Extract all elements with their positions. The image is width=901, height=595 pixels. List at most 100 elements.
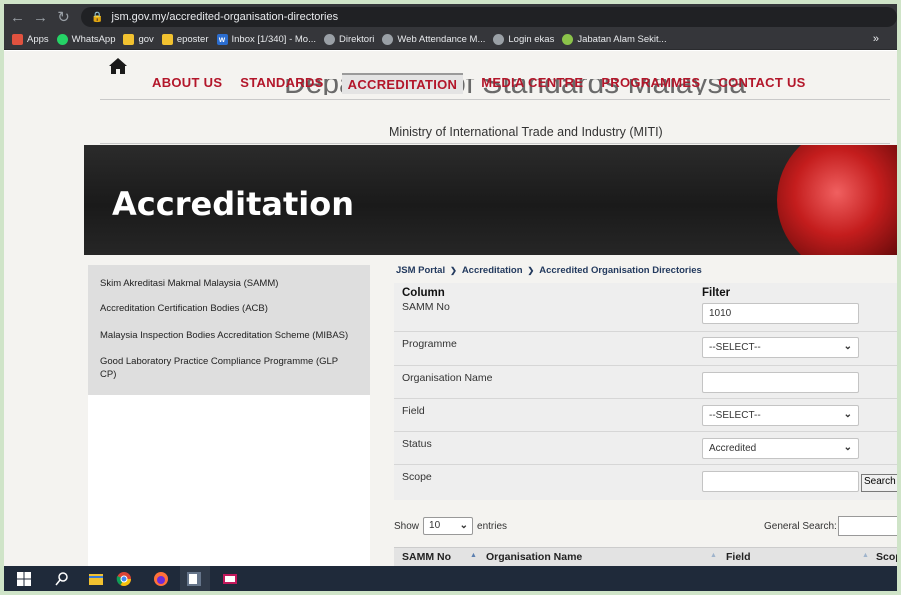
main-menu: ABOUT US STANDARDS ACCREDITATION MEDIA C…	[152, 73, 824, 94]
sidebar-item-mibas[interactable]: Malaysia Inspection Bodies Accreditation…	[88, 329, 360, 342]
sort-icon: ▲	[862, 552, 869, 559]
bookmark-label: Jabatan Alam Sekit...	[577, 34, 667, 45]
column-scope[interactable]: Scope	[876, 551, 897, 563]
entries-select[interactable]: 10 ⌄	[423, 517, 474, 535]
breadcrumb-accreditation[interactable]: Accreditation	[462, 265, 523, 276]
filter-table: Column Filter SAMM No 1010 Programme --S…	[394, 283, 897, 500]
chevron-down-icon: ⌄	[843, 409, 852, 420]
bookmark-label: Web Attendance M...	[397, 34, 486, 45]
menu-standards[interactable]: STANDARDS	[240, 75, 323, 94]
menu-media-centre[interactable]: MEDIA CENTRE	[481, 75, 583, 94]
bookmark-inbox[interactable]: w Inbox [1/340] - Mo...	[216, 34, 317, 45]
page-banner: Accreditation	[84, 145, 897, 255]
filter-label: Programme	[402, 338, 457, 350]
menu-about-us[interactable]: ABOUT US	[152, 75, 222, 94]
general-search-input[interactable]	[838, 516, 897, 536]
bookmark-label: Direktori	[339, 34, 375, 45]
menu-contact-us[interactable]: CONTACT US	[718, 75, 805, 94]
bookmark-label: WhatsApp	[71, 34, 116, 45]
organisation-name-input[interactable]	[702, 372, 859, 393]
filter-row-field: Field --SELECT-- ⌄	[394, 398, 897, 431]
bookmark-gov[interactable]: gov	[123, 34, 154, 45]
file-explorer-icon[interactable]	[88, 571, 104, 587]
bookmark-whatsapp[interactable]: WhatsApp	[56, 34, 116, 45]
bookmark-jabatan[interactable]: Jabatan Alam Sekit...	[562, 34, 667, 45]
column-organisation-name[interactable]: Organisation Name	[486, 551, 582, 563]
entries-label: entries	[477, 520, 508, 532]
bookmarks-bar: Apps WhatsApp gov eposter w Inbox [1/340]…	[4, 30, 897, 50]
sidebar-item-acb[interactable]: Accreditation Certification Bodies (ACB)	[88, 302, 280, 315]
divider	[100, 143, 890, 144]
media-app-icon[interactable]	[222, 571, 238, 587]
bookmark-login-ekas[interactable]: Login ekas	[493, 34, 554, 45]
windows-start-icon[interactable]	[16, 571, 32, 587]
scope-input[interactable]	[702, 471, 859, 492]
column-samm-no[interactable]: SAMM No	[402, 551, 451, 563]
general-search-label: General Search:	[764, 521, 837, 532]
menu-accreditation[interactable]: ACCREDITATION	[341, 73, 464, 94]
filter-row-programme: Programme --SELECT-- ⌄	[394, 331, 897, 364]
bookmark-label: gov	[138, 34, 154, 45]
filter-label: Status	[402, 438, 432, 450]
filter-row-status: Status Accredited ⌄	[394, 431, 897, 464]
search-icon[interactable]	[54, 571, 70, 587]
url-field[interactable]: 🔒 jsm.gov.my/accredited-organisation-dir…	[81, 7, 897, 27]
sort-icon: ▲	[710, 552, 717, 559]
bookmark-label: Apps	[27, 34, 49, 45]
home-icon[interactable]	[108, 57, 128, 75]
column-field[interactable]: Field	[726, 551, 751, 563]
forward-icon[interactable]: →	[31, 9, 50, 26]
globe-graphic	[777, 145, 897, 255]
globe-icon	[324, 34, 335, 45]
filter-label: Organisation Name	[402, 372, 493, 384]
url-text: jsm.gov.my/accredited-organisation-direc…	[111, 11, 339, 23]
entries-control: Show 10 ⌄ entries	[394, 517, 507, 535]
taskbar	[4, 566, 897, 591]
sidebar-item-samm[interactable]: Skim Akreditasi Makmal Malaysia (SAMM)	[88, 277, 290, 290]
outlook-icon: w	[216, 34, 228, 45]
status-select[interactable]: Accredited ⌄	[702, 438, 859, 459]
filter-row-samm-no: SAMM No 1010	[394, 298, 897, 331]
reload-icon[interactable]: ↻	[54, 8, 73, 26]
address-bar-area: ← → ↻ 🔒 jsm.gov.my/accredited-organisati…	[4, 4, 897, 30]
filter-label: SAMM No	[402, 301, 450, 313]
chevron-down-icon: ⌄	[459, 520, 469, 531]
globe-icon	[493, 34, 505, 45]
breadcrumb-current: Accredited Organisation Directories	[539, 265, 702, 276]
chrome-icon[interactable]	[116, 571, 132, 587]
firefox-icon[interactable]	[153, 571, 169, 587]
banner-title: Accreditation	[112, 185, 354, 223]
taskbar-active-highlight	[180, 566, 210, 591]
lock-icon: 🔒	[91, 11, 104, 23]
select-value: --SELECT--	[709, 342, 761, 353]
programme-select[interactable]: --SELECT-- ⌄	[702, 337, 859, 358]
folder-icon	[123, 34, 135, 45]
divider	[100, 99, 890, 100]
menu-programmes[interactable]: PROGRAMMES	[601, 75, 700, 94]
whatsapp-icon	[56, 34, 68, 45]
bookmark-eposter[interactable]: eposter	[161, 34, 209, 45]
bookmarks-more-icon[interactable]: »	[873, 33, 879, 45]
ministry-subtitle: Ministry of International Trade and Indu…	[389, 125, 663, 139]
sidebar-blank	[88, 395, 370, 566]
back-icon[interactable]: ←	[8, 9, 27, 26]
show-label: Show	[394, 520, 420, 532]
breadcrumb-jsm-portal[interactable]: JSM Portal	[396, 265, 445, 276]
bookmark-apps[interactable]: Apps	[12, 34, 49, 45]
bookmark-direktori[interactable]: Direktori	[324, 34, 374, 45]
chevron-right-icon: ❯	[527, 266, 535, 275]
folder-icon	[161, 34, 173, 45]
filter-row-organisation: Organisation Name	[394, 365, 897, 398]
select-value: --SELECT--	[709, 410, 761, 421]
sidebar-item-glp[interactable]: Good Laboratory Practice Compliance Prog…	[88, 355, 358, 381]
bookmark-label: Login ekas	[508, 34, 555, 45]
select-value: 10	[429, 520, 441, 531]
sidebar: Skim Akreditasi Makmal Malaysia (SAMM) A…	[88, 265, 370, 395]
field-select[interactable]: --SELECT-- ⌄	[702, 405, 859, 426]
sort-asc-icon: ▲	[470, 552, 477, 559]
search-button[interactable]: Search	[861, 474, 897, 492]
globe-icon	[382, 34, 394, 45]
samm-no-input[interactable]: 1010	[702, 303, 859, 324]
bookmark-web-attendance[interactable]: Web Attendance M...	[382, 34, 485, 45]
bookmark-label: Inbox [1/340] - Mo...	[231, 34, 317, 45]
